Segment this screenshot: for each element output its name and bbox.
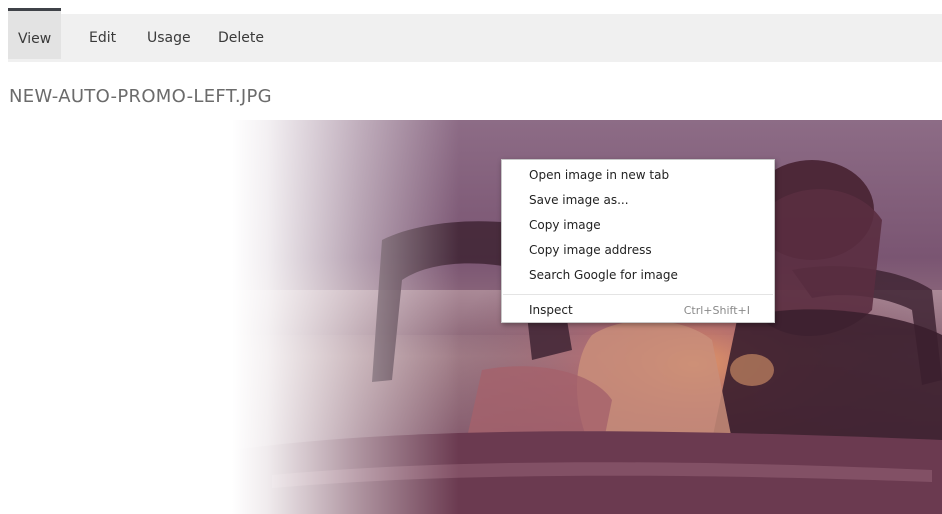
menu-item-open-image-new-tab[interactable]: Open image in new tab xyxy=(502,163,774,188)
menu-item-save-image-as[interactable]: Save image as... xyxy=(502,188,774,213)
context-menu: Open image in new tab Save image as... C… xyxy=(501,159,775,323)
menu-item-copy-image-address[interactable]: Copy image address xyxy=(502,238,774,263)
menu-item-copy-image-label: Copy image xyxy=(529,218,601,232)
tab-usage[interactable]: Usage xyxy=(147,14,191,62)
menu-item-save-image-as-label: Save image as... xyxy=(529,193,629,207)
tab-view-label: View xyxy=(18,31,52,47)
tab-delete[interactable]: Delete xyxy=(218,14,264,62)
tab-usage-label: Usage xyxy=(147,30,191,46)
tab-delete-label: Delete xyxy=(218,30,264,46)
tab-view[interactable]: View xyxy=(8,8,62,59)
menu-item-search-google-for-image-label: Search Google for image xyxy=(529,268,678,282)
tab-edit[interactable]: Edit xyxy=(89,14,116,62)
tab-edit-label: Edit xyxy=(89,30,117,46)
page-title: NEW-AUTO-PROMO-LEFT.JPG xyxy=(9,86,272,107)
tab-bar: View Edit Usage Delete xyxy=(8,8,942,62)
menu-item-copy-image[interactable]: Copy image xyxy=(502,213,774,238)
menu-separator xyxy=(503,294,773,295)
menu-item-inspect[interactable]: Inspect Ctrl+Shift+I xyxy=(502,298,774,323)
menu-item-inspect-shortcut: Ctrl+Shift+I xyxy=(683,304,750,317)
menu-item-search-google-for-image[interactable]: Search Google for image xyxy=(502,263,774,288)
menu-item-inspect-label: Inspect xyxy=(529,303,573,317)
menu-item-open-image-new-tab-label: Open image in new tab xyxy=(529,168,670,182)
menu-item-copy-image-address-label: Copy image address xyxy=(529,243,652,257)
